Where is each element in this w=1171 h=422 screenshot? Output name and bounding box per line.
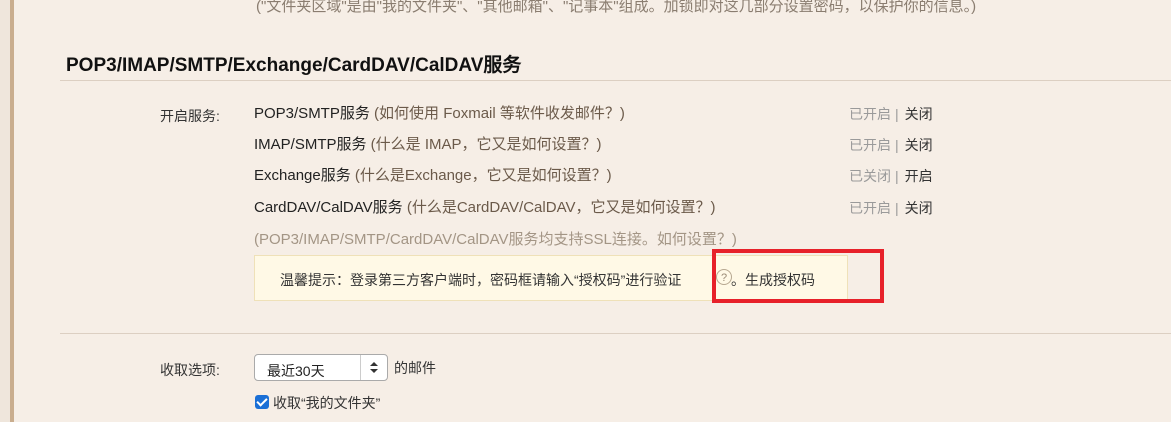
service-status-exchange: 已关闭 | 开启 xyxy=(849,166,933,186)
receive-options-label: 收取选项: xyxy=(160,362,220,378)
services-label: 开启服务: xyxy=(160,108,220,124)
section-title: POP3/IMAP/SMTP/Exchange/CardDAV/CalDAV服务 xyxy=(66,55,522,76)
status-separator: | xyxy=(895,200,899,216)
checkbox-label[interactable]: 收取“我的文件夹” xyxy=(273,393,380,413)
receive-my-folders-checkbox[interactable] xyxy=(255,395,269,409)
service-status-carddav: 已开启 | 关闭 xyxy=(849,198,933,218)
toggle-exchange-link[interactable]: 开启 xyxy=(905,168,933,184)
status-text: 已开启 xyxy=(849,200,891,216)
toggle-carddav-link[interactable]: 关闭 xyxy=(905,200,933,216)
service-help-link[interactable]: (什么是 IMAP，它又是如何设置？) xyxy=(367,136,602,153)
service-row-imap: IMAP/SMTP服务 (什么是 IMAP，它又是如何设置？) xyxy=(254,133,602,154)
status-text: 已开启 xyxy=(849,106,891,122)
service-status-imap: 已开启 | 关闭 xyxy=(849,135,933,155)
select-value: 最近30天 xyxy=(267,363,325,379)
highlight-annotation xyxy=(712,249,884,303)
toggle-pop3-link[interactable]: 关闭 xyxy=(905,106,933,122)
service-name: CardDAV/CalDAV服务 xyxy=(254,199,403,216)
receive-period-select[interactable]: 最近30天 xyxy=(254,354,388,381)
status-separator: | xyxy=(895,168,899,184)
service-row-carddav: CardDAV/CalDAV服务 (什么是CardDAV/CalDAV，它又是如… xyxy=(254,196,715,217)
settings-panel: ("文件夹区域"是由"我的文件夹"、"其他邮箱"、"记事本"组成。加锁即对这几部… xyxy=(14,0,1171,422)
folder-lock-note: ("文件夹区域"是由"我的文件夹"、"其他邮箱"、"记事本"组成。加锁即对这几部… xyxy=(256,0,977,15)
service-help-link[interactable]: (什么是CardDAV/CalDAV，它又是如何设置？) xyxy=(403,199,716,216)
select-suffix: 的邮件 xyxy=(394,360,436,376)
status-text: 已关闭 xyxy=(849,168,891,184)
status-text: 已开启 xyxy=(849,137,891,153)
left-rail xyxy=(0,0,10,422)
status-separator: | xyxy=(895,106,899,122)
service-name: POP3/SMTP服务 xyxy=(254,105,370,122)
service-name: Exchange服务 xyxy=(254,167,351,184)
service-row-exchange: Exchange服务 (什么是Exchange，它又是如何设置？) xyxy=(254,164,612,185)
tip-text: 温馨提示：登录第三方客户端时，密码框请输入“授权码”进行验证 xyxy=(280,272,682,288)
updown-arrows-icon xyxy=(360,355,387,380)
service-status-pop3: 已开启 | 关闭 xyxy=(849,104,933,124)
service-row-pop3: POP3/SMTP服务 (如何使用 Foxmail 等软件收发邮件？) xyxy=(254,102,625,123)
section-divider-2 xyxy=(60,333,1171,334)
section-divider xyxy=(60,80,1171,81)
toggle-imap-link[interactable]: 关闭 xyxy=(905,137,933,153)
service-name: IMAP/SMTP服务 xyxy=(254,136,367,153)
status-separator: | xyxy=(895,137,899,153)
service-help-link[interactable]: (什么是Exchange，它又是如何设置？) xyxy=(351,167,612,184)
ssl-note-link[interactable]: (POP3/IMAP/SMTP/CardDAV/CalDAV服务均支持SSL连接… xyxy=(254,228,737,249)
service-help-link[interactable]: (如何使用 Foxmail 等软件收发邮件？) xyxy=(370,105,625,122)
